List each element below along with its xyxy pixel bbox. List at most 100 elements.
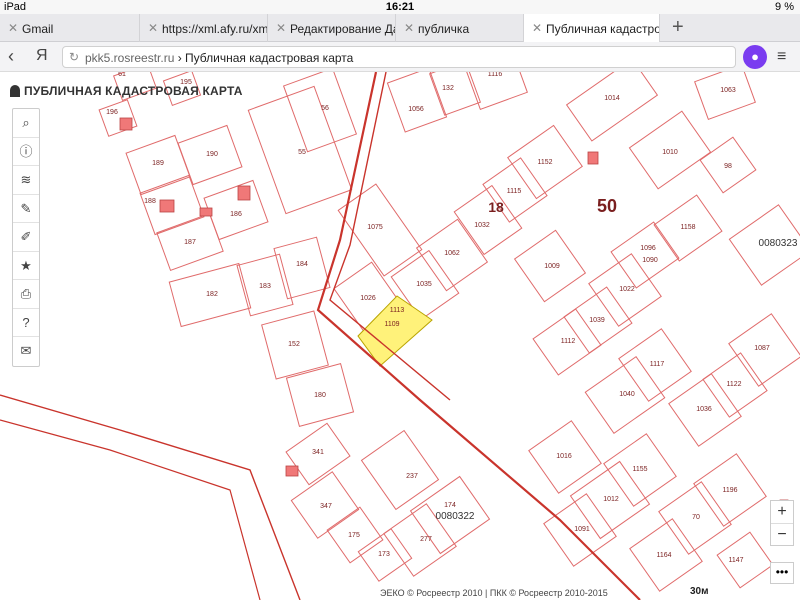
- quarter-boundary: [329, 72, 451, 401]
- parcel-label: 347: [320, 503, 332, 510]
- parcel-boundary: [610, 221, 680, 289]
- tab-xml[interactable]: ✕ https://xml.afy.ru/xml/le: [140, 14, 268, 42]
- tab-label: Публичная кадастровая: [546, 22, 660, 36]
- parcel-label: 1113: [390, 307, 405, 314]
- parcel-label: 1032: [474, 222, 490, 229]
- parcel-label: 1063: [720, 87, 736, 94]
- quarter-boundary: [0, 394, 301, 600]
- tab-label: Редактирование Дачн: [290, 22, 395, 36]
- cadastral-map[interactable]: 6119519618919018818618756551056132111610…: [0, 72, 800, 600]
- info-icon[interactable]: ⓘ: [13, 138, 39, 166]
- tab-cadastral[interactable]: ✕ Публичная кадастровая: [524, 14, 660, 42]
- close-icon[interactable]: ✕: [148, 21, 158, 35]
- parcel-label: 189: [152, 160, 164, 167]
- zoom-control: + −: [770, 500, 794, 546]
- yandex-icon[interactable]: Я: [36, 47, 48, 65]
- building: [119, 117, 133, 131]
- menu-icon[interactable]: ≡: [777, 48, 786, 66]
- tab-gmail[interactable]: ✕ Gmail: [0, 14, 140, 42]
- quarter-boundary: [0, 419, 261, 600]
- parcel-label: 1039: [589, 317, 605, 324]
- parcel-label: 98: [724, 163, 732, 170]
- parcel-label: 174: [444, 502, 456, 509]
- parcel-label: 1009: [544, 263, 560, 270]
- parcel-label: 61: [118, 72, 126, 78]
- print-icon[interactable]: ⎙: [13, 280, 39, 309]
- parcel-boundary: [360, 429, 440, 511]
- tab-edit[interactable]: ✕ Редактирование Дачн: [268, 14, 396, 42]
- refresh-icon[interactable]: ↻: [69, 50, 79, 64]
- parcel-label: 1014: [604, 95, 620, 102]
- building: [587, 151, 599, 165]
- parcel-label: 132: [442, 85, 454, 92]
- parcel-label: 1062: [444, 250, 460, 257]
- parcel-label: 175: [348, 532, 360, 539]
- url-input[interactable]: ↻ pkk5.rosreestr.ru › Публичная кадастро…: [62, 46, 736, 68]
- parcel-label: 1096: [640, 245, 656, 252]
- close-icon[interactable]: ✕: [404, 21, 414, 35]
- page-title: Публичная кадастровая карта: [185, 51, 354, 65]
- parcel-label: 237: [406, 473, 418, 480]
- parcel-label: 1012: [603, 496, 619, 503]
- building: [237, 185, 251, 201]
- parcel-label: 186: [230, 211, 242, 218]
- zoom-in-button[interactable]: +: [771, 501, 793, 523]
- url-separator: ›: [174, 51, 186, 65]
- parcel-label: 187: [184, 239, 196, 246]
- parcel-label: 196: [106, 109, 118, 116]
- parcel-label: 1022: [619, 286, 635, 293]
- tab-publichka[interactable]: ✕ публичка: [396, 14, 524, 42]
- tab-strip: ✕ Gmail ✕ https://xml.afy.ru/xml/le ✕ Редак…: [0, 14, 800, 42]
- search-icon[interactable]: ⌕: [13, 109, 39, 138]
- parcel-label: 184: [296, 261, 308, 268]
- parcel-boundary: [428, 72, 482, 116]
- parcel-label: 182: [206, 291, 218, 298]
- battery-level: 9 %: [775, 1, 794, 13]
- parcel-label: 1090: [642, 257, 658, 264]
- parcel-label: 341: [312, 449, 324, 456]
- mail-icon[interactable]: ✉: [13, 337, 39, 366]
- layers-icon[interactable]: ≋: [13, 166, 39, 195]
- parcel-label: 180: [314, 392, 326, 399]
- microphone-icon[interactable]: ●: [743, 45, 767, 69]
- parcel-boundary: [203, 179, 269, 241]
- logo-text: ПУБЛИЧНАЯ КАДАСТРОВАЯ КАРТА: [24, 84, 243, 98]
- map-logo: ПУБЛИЧНАЯ КАДАСТРОВАЯ КАРТА: [10, 84, 243, 98]
- parcel-label: 1040: [619, 391, 635, 398]
- url-domain: pkk5.rosreestr.ru: [85, 51, 175, 65]
- building: [199, 207, 213, 217]
- parcel-label: 1075: [367, 224, 383, 231]
- parcel-boundary: [282, 72, 358, 153]
- parcel-boundary: [694, 72, 756, 120]
- parcel-label: 1115: [507, 188, 522, 195]
- parcel-label: 1116: [488, 72, 503, 78]
- edit-area-icon[interactable]: ✐: [13, 223, 39, 252]
- clock: 16:21: [385, 1, 415, 13]
- parcel-label: 70: [692, 514, 700, 521]
- close-icon[interactable]: ✕: [8, 21, 18, 35]
- parcel-label: 1158: [680, 224, 695, 231]
- map-canvas[interactable]: 61 195 196 189 190 188 186 187 56 55 1056 132 1116 10…: [0, 72, 800, 600]
- zoom-out-button[interactable]: −: [771, 523, 793, 545]
- parcel-boundary: [716, 531, 774, 589]
- parcel-label: 0080323: [759, 238, 798, 249]
- parcel-label: 1152: [537, 159, 552, 166]
- parcel-boundary: [565, 72, 659, 142]
- close-icon[interactable]: ✕: [276, 21, 286, 35]
- address-bar: ‹ Я ↻ pkk5.rosreestr.ru › Публичная када…: [0, 42, 800, 72]
- parcel-label: 0080322: [436, 511, 475, 522]
- help-icon[interactable]: ?: [13, 309, 39, 337]
- copyright-text: ЭЕКО © Росреестр 2010 | ПКК © Росреестр …: [380, 588, 608, 598]
- new-tab-button[interactable]: +: [662, 14, 692, 42]
- parcel-label: 55: [298, 149, 306, 156]
- parcel-label: 18: [488, 199, 504, 215]
- parcel-label: 56: [321, 105, 329, 112]
- building: [159, 199, 175, 213]
- parcel-label: 1109: [384, 321, 399, 328]
- more-button[interactable]: •••: [770, 562, 794, 584]
- close-icon[interactable]: ✕: [532, 21, 542, 35]
- parcel-label: 1155: [632, 466, 647, 473]
- back-icon[interactable]: ‹: [8, 46, 14, 67]
- pencil-icon[interactable]: ✎: [13, 195, 39, 223]
- star-icon[interactable]: ★: [13, 252, 39, 280]
